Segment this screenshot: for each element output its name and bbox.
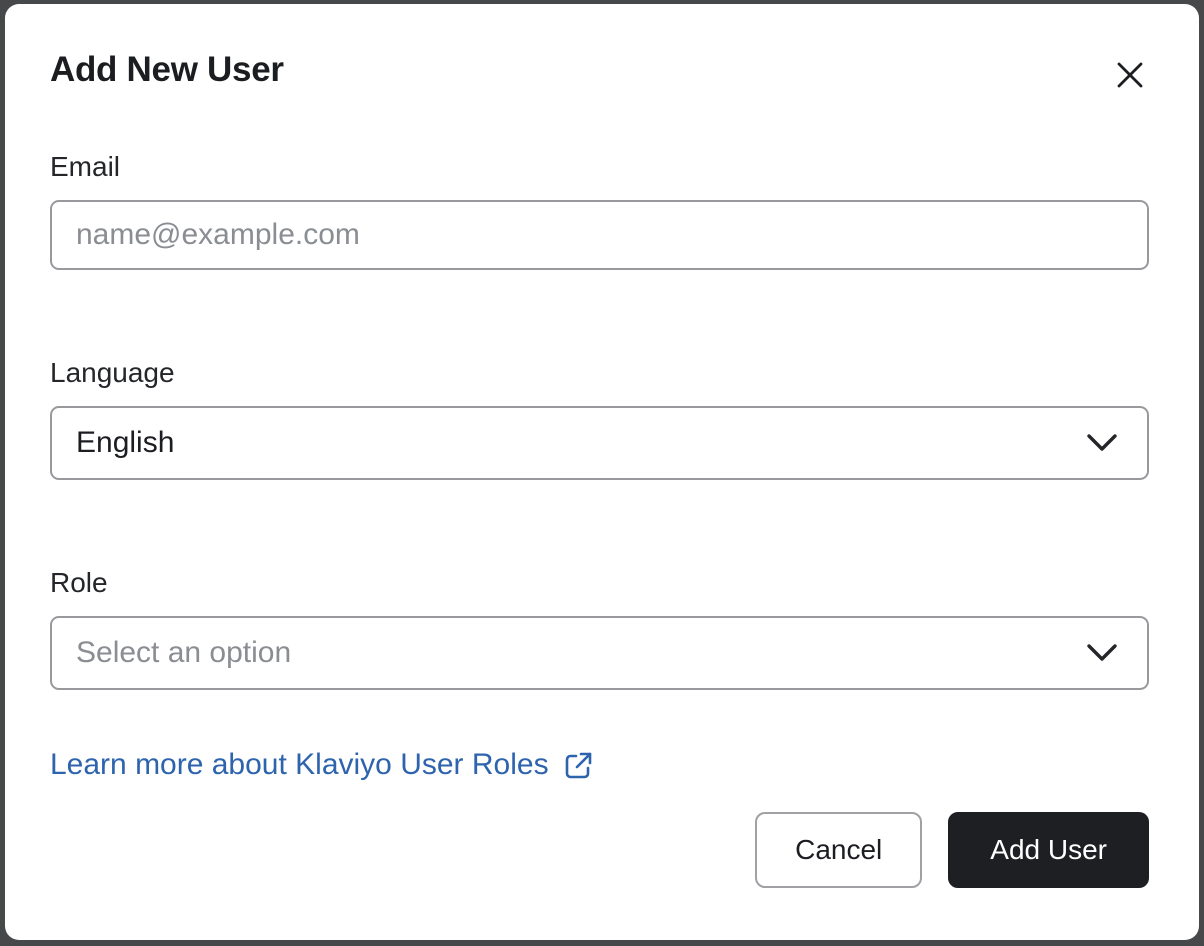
add-user-button[interactable]: Add User [948, 812, 1149, 888]
close-button[interactable] [1111, 56, 1149, 94]
email-field-group: Email [50, 150, 1149, 270]
email-input[interactable] [50, 200, 1149, 270]
role-label: Role [50, 567, 108, 598]
language-selected-value: English [76, 426, 175, 459]
role-select[interactable]: Select an option [50, 616, 1149, 690]
add-new-user-dialog: Add New User Email Language English Rol [5, 4, 1199, 940]
cancel-button[interactable]: Cancel [755, 812, 923, 888]
learn-more-link[interactable]: Learn more about Klaviyo User Roles [50, 748, 549, 782]
dialog-title: Add New User [50, 50, 284, 89]
language-label: Language [50, 357, 175, 388]
language-select[interactable]: English [50, 406, 1149, 480]
external-link-icon [563, 751, 593, 781]
role-field-group: Role Select an option [50, 566, 1149, 690]
role-placeholder: Select an option [76, 636, 292, 669]
dialog-footer: Cancel Add User [50, 812, 1149, 888]
language-field-group: Language English [50, 356, 1149, 480]
chevron-down-icon [1085, 433, 1119, 453]
roles-link-row: Learn more about Klaviyo User Roles [50, 748, 1149, 782]
dialog-header: Add New User [50, 48, 1149, 94]
chevron-down-icon [1085, 643, 1119, 663]
close-icon [1115, 62, 1145, 93]
email-label: Email [50, 151, 121, 182]
